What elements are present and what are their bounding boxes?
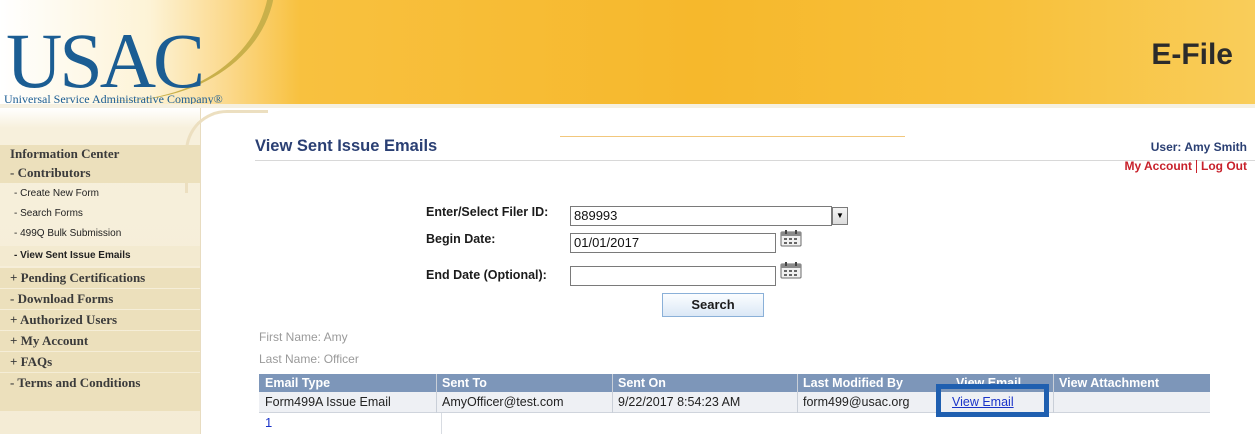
pager-page-1[interactable]: 1 [265, 415, 272, 430]
cell-modified-by: form499@usac.org [803, 395, 910, 409]
usac-logo: USAC [6, 17, 205, 104]
begin-date-label: Begin Date: [426, 232, 496, 246]
user-label: User: Amy Smith [1150, 140, 1247, 154]
sidebar-item-authorized-users[interactable]: + Authorized Users [0, 310, 200, 330]
calendar-icon[interactable] [780, 261, 802, 279]
cell-sent-on: 9/22/2017 8:54:23 AM [618, 395, 741, 409]
pager-cell [259, 413, 442, 434]
sidebar-item-my-account[interactable]: + My Account [0, 331, 200, 351]
app-header: USAC Universal Service Administrative Co… [0, 0, 1255, 108]
col-email-type: Email Type [265, 376, 331, 390]
first-name-text: First Name: Amy [259, 330, 348, 344]
sidebar-item-search-forms[interactable]: - Search Forms [0, 204, 200, 223]
end-date-input[interactable] [570, 266, 776, 286]
col-sent-on: Sent On [618, 376, 666, 390]
col-last-modified-by: Last Modified By [803, 376, 904, 390]
my-account-link[interactable]: My Account [1124, 159, 1192, 173]
sidebar-item-create-new-form[interactable]: - Create New Form [0, 185, 200, 203]
sidebar-item-pending-certifications[interactable]: + Pending Certifications [0, 268, 200, 288]
sidebar-item-contributors[interactable]: - Contributors [0, 163, 200, 183]
end-date-label: End Date (Optional): [426, 268, 547, 282]
chevron-down-icon[interactable]: ▼ [832, 207, 848, 225]
calendar-icon[interactable] [780, 229, 802, 247]
col-sent-to: Sent To [442, 376, 487, 390]
filer-id-select[interactable]: 889993 [570, 206, 832, 226]
filer-id-label: Enter/Select Filer ID: [426, 205, 549, 219]
sidebar-item-499q-bulk[interactable]: - 499Q Bulk Submission [0, 224, 200, 243]
begin-date-input[interactable]: 01/01/2017 [570, 233, 776, 253]
cell-sent-to: AmyOfficer@test.com [442, 395, 564, 409]
app-title: E-File [1151, 38, 1233, 71]
top-divider [560, 136, 905, 137]
view-email-link[interactable]: View Email [952, 392, 1014, 413]
title-divider [255, 160, 1255, 161]
sidebar-item-terms[interactable]: - Terms and Conditions [0, 373, 200, 411]
last-name-text: Last Name: Officer [259, 352, 359, 366]
link-separator [1196, 160, 1198, 174]
sidebar-item-view-sent-issue-emails[interactable]: - View Sent Issue Emails [0, 246, 200, 266]
log-out-link[interactable]: Log Out [1201, 159, 1247, 173]
user-links: My Account Log Out [1124, 159, 1247, 174]
sidebar-header: Information Center [0, 145, 200, 163]
sidebar-item-faqs[interactable]: + FAQs [0, 352, 200, 372]
search-button[interactable]: Search [662, 293, 764, 317]
page-title: View Sent Issue Emails [255, 137, 438, 155]
cell-view-attachment [1053, 392, 1210, 413]
col-view-attachment: View Attachment [1059, 376, 1160, 390]
cell-email-type: Form499A Issue Email [265, 395, 391, 409]
sidebar-item-download-forms[interactable]: - Download Forms [0, 289, 200, 309]
